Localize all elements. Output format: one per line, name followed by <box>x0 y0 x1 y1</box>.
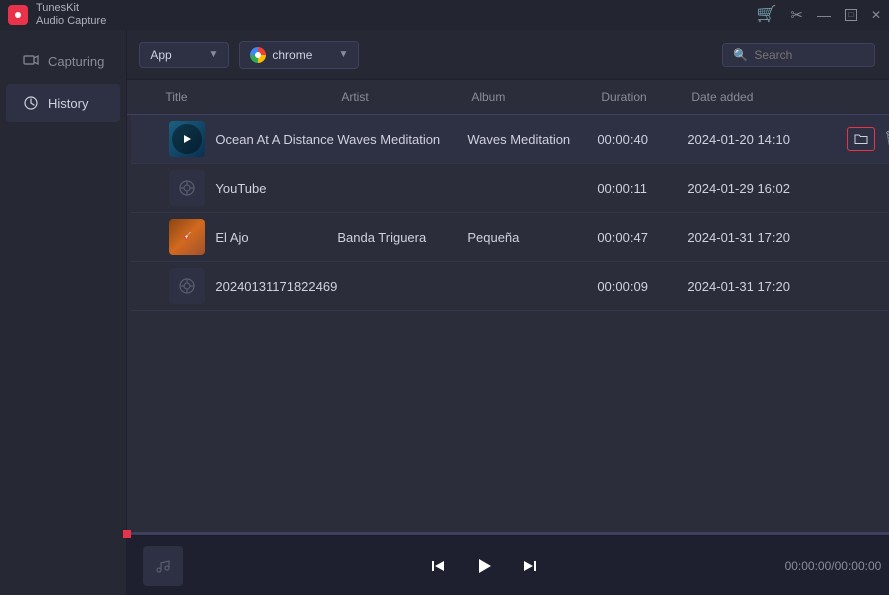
sidebar-item-label: Capturing <box>48 54 104 69</box>
col-header-actions <box>851 90 889 104</box>
prev-button[interactable] <box>430 558 446 574</box>
source-label: App <box>150 48 171 62</box>
main-layout: Capturing History App ▼ chrome ▼ <box>0 30 889 595</box>
track-title: 20240131171822469 <box>215 279 337 294</box>
track-artist: Waves Meditation <box>337 132 467 147</box>
progress-bar <box>127 532 889 535</box>
col-header-album: Album <box>471 90 601 104</box>
table-header: Title Artist Album Duration Date added <box>127 80 889 115</box>
col-header-artist: Artist <box>341 90 471 104</box>
track-date: 2024-01-31 17:20 <box>687 230 847 245</box>
track-info: 🎸 El Ajo <box>169 219 337 255</box>
delete-button[interactable]: 🗑 <box>883 129 889 149</box>
search-input[interactable] <box>754 48 864 62</box>
track-thumbnail: 🎸 <box>169 219 205 255</box>
app-branding: TunesKit Audio Capture <box>8 2 106 28</box>
play-overlay <box>172 124 202 154</box>
sidebar: Capturing History <box>0 30 127 595</box>
table-row[interactable]: YouTube 00:00:11 2024-01-29 16:02 <box>131 164 889 213</box>
search-box[interactable]: 🔍 <box>722 43 875 67</box>
col-header-check <box>135 90 165 104</box>
track-duration: 00:00:09 <box>597 279 687 294</box>
col-header-duration: Duration <box>601 90 691 104</box>
track-date: 2024-01-20 14:10 <box>687 132 847 147</box>
cart-icon[interactable]: 🛒 <box>756 7 776 23</box>
track-info: 20240131171822469 <box>169 268 337 304</box>
chrome-icon <box>250 47 266 63</box>
scissors-icon[interactable]: ✂ <box>790 8 803 23</box>
browser-source-select[interactable]: chrome ▼ <box>239 41 359 69</box>
capturing-icon <box>22 52 40 70</box>
sidebar-item-history[interactable]: History <box>6 84 120 122</box>
track-date: 2024-01-31 17:20 <box>687 279 847 294</box>
browser-select-arrow: ▼ <box>338 49 348 60</box>
toolbar: App ▼ chrome ▼ 🔍 <box>127 30 889 80</box>
track-actions: 🗑 <box>847 127 889 151</box>
next-button[interactable] <box>522 558 538 574</box>
track-duration: 00:00:11 <box>597 181 687 196</box>
track-title: El Ajo <box>215 230 248 245</box>
app-icon <box>8 5 28 25</box>
app-title: TunesKit Audio Capture <box>36 2 106 28</box>
maximize-button[interactable]: □ <box>845 9 857 21</box>
track-artist: Banda Triguera <box>337 230 467 245</box>
search-icon: 🔍 <box>733 48 748 62</box>
track-title: YouTube <box>215 181 266 196</box>
table-row[interactable]: 20240131171822469 00:00:09 2024-01-31 17… <box>131 262 889 311</box>
track-thumbnail <box>169 170 205 206</box>
content-area: App ▼ chrome ▼ 🔍 Title <box>127 30 889 595</box>
track-duration: 00:00:40 <box>597 132 687 147</box>
open-folder-button[interactable] <box>847 127 875 151</box>
player-controls <box>195 548 772 584</box>
col-header-date: Date added <box>691 90 851 104</box>
title-bar: TunesKit Audio Capture 🛒 ✂ — □ ✕ <box>0 0 889 30</box>
table-row[interactable]: 🎸 El Ajo Banda Triguera Pequeña 00:00:47… <box>131 213 889 262</box>
player-thumbnail <box>143 546 183 586</box>
play-button[interactable] <box>466 548 502 584</box>
progress-indicator <box>123 530 131 538</box>
track-thumbnail <box>169 268 205 304</box>
browser-label: chrome <box>272 48 312 62</box>
source-select-arrow: ▼ <box>208 49 218 60</box>
bottom-player: 00:00:00/00:00:00 <box>127 535 889 595</box>
sidebar-item-label: History <box>48 96 88 111</box>
time-display: 00:00:00/00:00:00 <box>785 559 882 573</box>
window-controls: 🛒 ✂ — □ ✕ <box>756 7 881 23</box>
table-body: Ocean At A Distance Waves Meditation Wav… <box>127 115 889 532</box>
col-header-title: Title <box>165 90 341 104</box>
track-album: Pequeña <box>467 230 597 245</box>
track-info: Ocean At A Distance <box>169 121 337 157</box>
minimize-button[interactable]: — <box>817 8 831 22</box>
track-info: YouTube <box>169 170 337 206</box>
track-title: Ocean At A Distance <box>215 132 334 147</box>
table-row[interactable]: Ocean At A Distance Waves Meditation Wav… <box>131 115 889 164</box>
track-album: Waves Meditation <box>467 132 597 147</box>
sidebar-item-capturing[interactable]: Capturing <box>6 42 120 80</box>
track-thumbnail <box>169 121 205 157</box>
history-icon <box>22 94 40 112</box>
close-button[interactable]: ✕ <box>871 9 881 21</box>
track-date: 2024-01-29 16:02 <box>687 181 847 196</box>
track-duration: 00:00:47 <box>597 230 687 245</box>
app-source-select[interactable]: App ▼ <box>139 42 229 68</box>
